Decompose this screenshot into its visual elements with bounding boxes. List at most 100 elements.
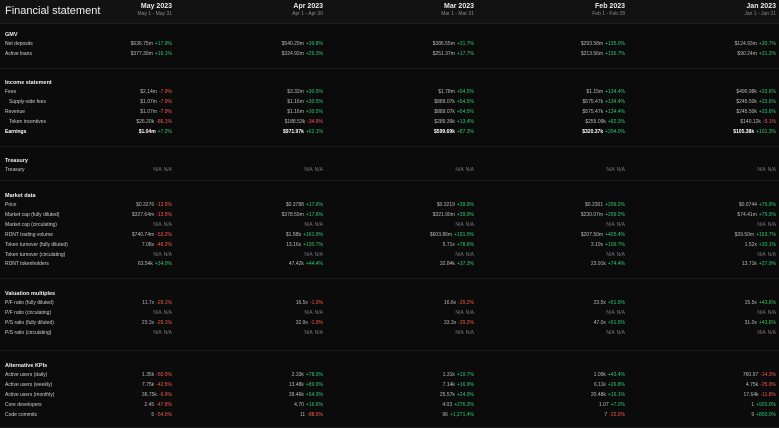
cell-change: +54.5%	[456, 108, 474, 115]
table-cell: 31.0x +43.6%	[745, 320, 776, 326]
cell-change: N/A	[314, 221, 323, 228]
cell-value: $251.37m	[432, 50, 455, 57]
column-date-range: Jan 1 - Jan 31	[744, 11, 776, 17]
cell-value: 1.52x	[744, 241, 757, 248]
cell-change: -6.9%	[158, 391, 172, 398]
table-cell: 13.48k +89.9%	[289, 382, 323, 388]
table-cell: $327.64m -13.5%	[132, 212, 172, 218]
table-row: Price $0.3276 -13.5% $0.3788 +17.6% $0.3219 +3…	[0, 201, 779, 210]
column-header-2[interactable]: Apr 2023 Apr 1 - Apr 30	[292, 3, 323, 17]
column-date-range: Feb 1 - Feb 28	[592, 11, 625, 17]
table-row: Market cap (fully diluted) $327.64m -13.5%…	[0, 211, 779, 220]
table-cell: 760.97 -14.3%	[743, 372, 776, 378]
table-row: Core developers 2.45 -47.8% 4.70 +16.6% 4.03 +…	[0, 401, 779, 410]
cell-value: $889.07k	[434, 108, 455, 115]
cell-change: +109.7%	[605, 241, 625, 248]
table-row: RDNT trading volume $740.74m -53.2% $1.58b +…	[0, 231, 779, 240]
row-label: P/F ratio (fully diluted)	[5, 300, 54, 306]
cell-value: $636.75m	[130, 41, 153, 47]
cell-value: N/A	[304, 221, 313, 228]
cell-value: $740.74m	[131, 231, 155, 238]
row-label: P/F ratio (circulating)	[5, 309, 52, 316]
table-cell: 1.07 +7.2%	[599, 402, 625, 408]
cell-value: 13.71k	[741, 261, 757, 268]
table-row: Active users (weekly) 7.75k -42.5% 13.48k +8…	[0, 381, 779, 390]
cell-value: 7.14k	[442, 381, 455, 388]
table-cell: 5.71x +78.6%	[443, 242, 474, 248]
table-cell: $230.07m +209.2%	[581, 212, 625, 218]
cell-value: $324.92m	[281, 50, 304, 57]
section-title: Income statement	[5, 80, 52, 86]
cell-value: 1	[751, 401, 755, 408]
cell-value: N/A	[606, 251, 615, 258]
table-cell: 36.75k -6.9%	[142, 392, 172, 398]
table-cell: N/A N/A	[455, 167, 474, 173]
cell-change: -25.0%	[760, 381, 776, 388]
section-market-data: Market data Price $0.3276 -13.5% $0.3788 +17.…	[0, 188, 779, 279]
table-cell: $1.07m -7.9%	[140, 109, 172, 115]
table-cell: 9 +800.0%	[751, 412, 776, 418]
cell-value: 13.48k	[288, 381, 304, 388]
cell-value: 20.48k	[590, 391, 606, 398]
table-row: Supply-side fees $1.07m -7.9% $1.16m +30.5% $…	[0, 98, 779, 107]
cell-change: +7.2%	[157, 128, 172, 135]
column-header-5[interactable]: Jan 2023 Jan 1 - Jan 31	[744, 3, 776, 17]
cell-change: N/A	[465, 221, 474, 228]
cell-change: N/A	[163, 221, 172, 228]
cell-value: $140.12k	[740, 118, 761, 125]
cell-change: +204.0%	[605, 128, 625, 135]
cell-value: 1.35k	[141, 372, 155, 378]
section-alternative-kpis: Alternative KPIs Active users (daily) 1.35…	[0, 358, 779, 428]
cell-value: $90.24m	[737, 50, 757, 57]
table-cell: $636.75m +17.9%	[131, 41, 172, 47]
cell-value: $540.29m	[281, 41, 304, 47]
table-cell: $889.07k +54.5%	[434, 99, 474, 105]
column-header-4[interactable]: Feb 2023 Feb 1 - Feb 28	[592, 3, 625, 17]
cell-value: 33.3x	[443, 319, 457, 326]
table-cell: 1.52x +30.1%	[745, 242, 776, 248]
table-cell: $1.07m -7.9%	[140, 99, 172, 105]
cell-value: 4.03	[442, 401, 453, 408]
table-cell: N/A N/A	[757, 310, 776, 316]
cell-value: 17.64k	[743, 391, 759, 398]
cell-value: $26.20k	[136, 118, 155, 125]
cell-value: 32.84k	[439, 261, 455, 268]
cell-value: N/A	[757, 251, 766, 258]
cell-value: N/A	[455, 221, 464, 228]
cell-change: +54.5%	[456, 98, 474, 105]
cell-value: $386.55m	[432, 41, 455, 47]
section-title: Alternative KPIs	[5, 363, 48, 369]
table-row: RDNT tokenholders 63.54k +34.0% 47.42k +44.4…	[0, 260, 779, 269]
cell-change: N/A	[314, 167, 323, 173]
table-cell: $575.47k +134.4%	[583, 109, 625, 115]
cell-value: N/A	[606, 167, 615, 173]
table-cell: 13.71k +27.9%	[742, 261, 776, 267]
cell-value: $188.53k	[284, 118, 306, 125]
cell-value: $1.04m	[138, 128, 156, 135]
table-cell: N/A N/A	[304, 310, 323, 316]
cell-change: +425.4%	[605, 231, 625, 238]
cell-change: -7.9%	[158, 98, 172, 105]
row-label: RDNT trading volume	[5, 231, 53, 238]
table-row: P/F ratio (circulating) N/A N/A N/A N/A N/A N/…	[0, 309, 779, 318]
table-cell: 11.7x -29.1%	[142, 300, 172, 306]
column-header-1[interactable]: May 2023 May 1 - May 31	[138, 3, 172, 17]
table-cell: 2.33k +78.0%	[292, 372, 323, 378]
table-cell: 47.42k +44.4%	[289, 261, 323, 267]
column-header-3[interactable]: Mar 2023 Mar 1 - Mar 31	[441, 3, 474, 17]
cell-change: +39.9%	[456, 202, 474, 208]
cell-value: N/A	[153, 167, 162, 173]
table-cell: $320.37k +204.0%	[582, 129, 625, 135]
cell-value: 7.08x	[141, 241, 155, 248]
table-cell: $321.90m +39.9%	[433, 212, 474, 218]
table-row: Revenue $1.07m -7.9% $1.16m +30.5% $889.07k +5…	[0, 108, 779, 117]
cell-value: $207.50m	[580, 231, 604, 238]
cell-change: +30.5%	[305, 89, 323, 95]
cell-change: +43.6%	[758, 300, 776, 306]
cell-change: +1,271.4%	[449, 411, 474, 418]
table-cell: $1.04m +7.2%	[139, 129, 172, 135]
cell-change: +135.0%	[605, 41, 625, 47]
table-cell: $245.50k +33.6%	[736, 109, 776, 115]
cell-value: $1.78m	[438, 89, 455, 95]
cell-change: N/A	[616, 221, 625, 228]
